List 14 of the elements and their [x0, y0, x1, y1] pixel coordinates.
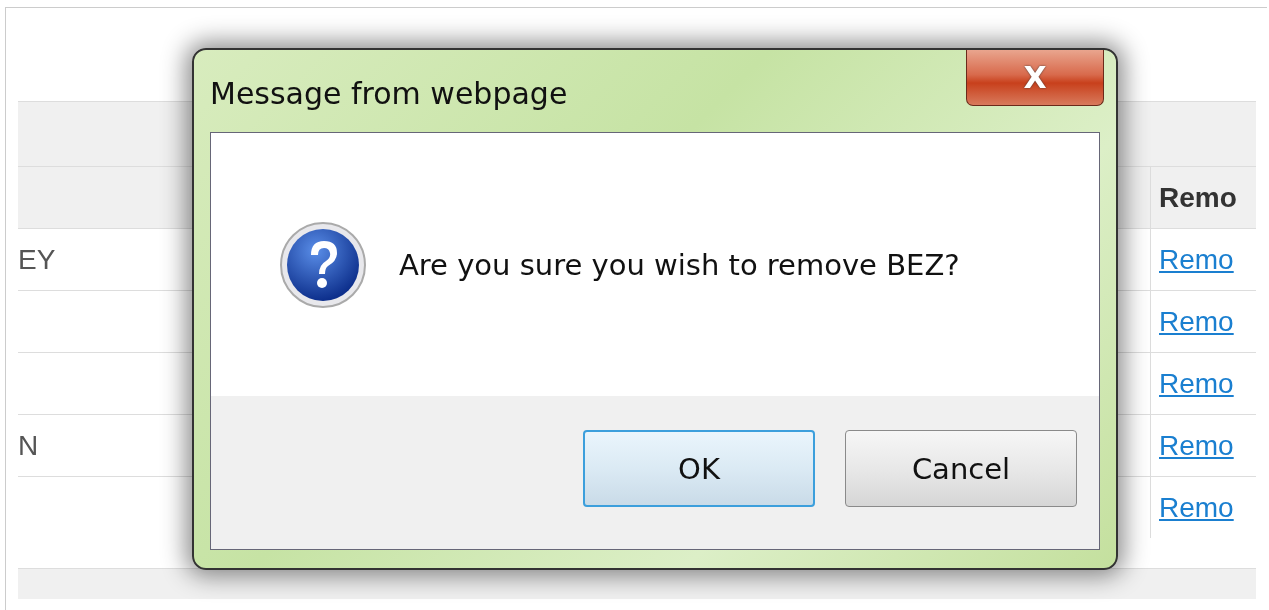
remove-link[interactable]: Remo [1159, 491, 1234, 524]
remove-link[interactable]: Remo [1159, 367, 1234, 400]
question-icon [279, 220, 367, 309]
dialog-message: Are you sure you wish to remove BEZ? [399, 247, 960, 282]
table-cell: N [18, 429, 39, 462]
table-cell: EY [18, 243, 56, 276]
dialog-button[interactable]: Cancel [845, 430, 1077, 507]
dialog-button[interactable]: OK [583, 430, 815, 507]
remove-link[interactable]: Remo [1159, 243, 1234, 276]
column-header: Remo [1159, 181, 1237, 214]
remove-link[interactable]: Remo [1159, 429, 1234, 462]
close-button[interactable]: X [966, 50, 1104, 106]
remove-link[interactable]: Remo [1159, 305, 1234, 338]
dialog-title: Message from webpage [210, 76, 568, 111]
